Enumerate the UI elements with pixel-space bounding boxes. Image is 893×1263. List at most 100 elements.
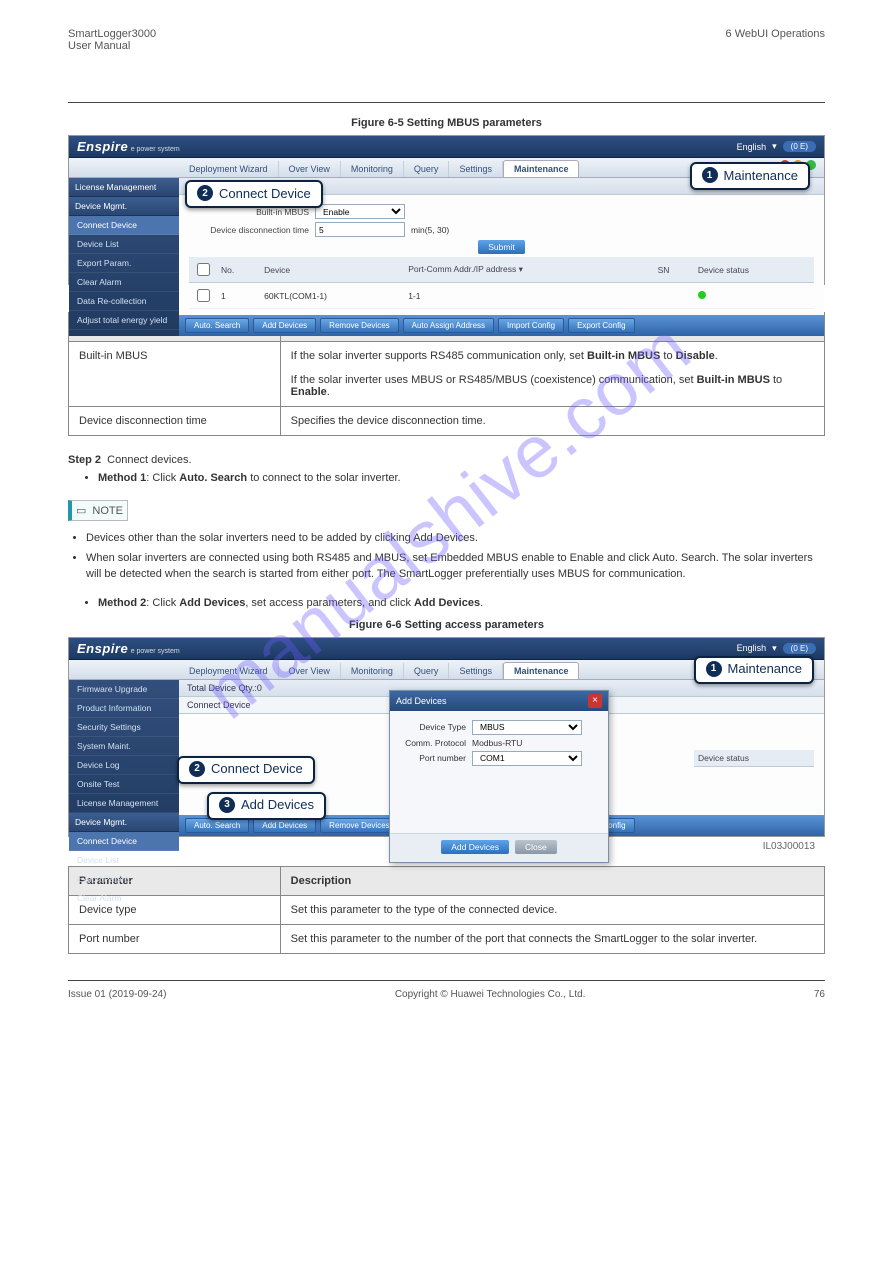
btn-add-devices[interactable]: Add Devices xyxy=(253,318,316,333)
sidebar-item-device-list[interactable]: Device List xyxy=(69,851,179,870)
sidebar-item-product-info[interactable]: Product Information xyxy=(69,699,179,718)
sidebar: License Management Device Mgmt. Connect … xyxy=(69,178,179,336)
btn-add-devices[interactable]: Add Devices xyxy=(253,818,316,833)
col-device: Device xyxy=(260,257,404,283)
toolbar: Auto. Search Add Devices Remove Devices … xyxy=(179,315,824,336)
tab-overview[interactable]: Over View xyxy=(279,161,341,177)
row-checkbox[interactable] xyxy=(197,289,210,302)
th-desc: Description xyxy=(280,866,824,895)
input-disconnect-time[interactable] xyxy=(315,222,405,237)
select-builtin-mbus[interactable]: Enable xyxy=(315,204,405,219)
figure1-screenshot: Enspire e power system English ▾ (0 E) D… xyxy=(68,135,825,285)
value-comm-protocol: Modbus-RTU xyxy=(472,738,522,748)
cell-desc-devtype: Set this parameter to the type of the co… xyxy=(280,895,824,924)
figure2-screenshot: Enspire e power system English ▾ (0 E) D… xyxy=(68,637,825,837)
note-list: Devices other than the solar inverters n… xyxy=(86,531,825,583)
tab-maintenance[interactable]: Maintenance xyxy=(503,662,580,679)
select-port-number[interactable]: COM1 xyxy=(472,751,582,766)
add-devices-dialog: Add Devices × Device TypeMBUS Comm. Prot… xyxy=(389,690,609,863)
sidebar-item-export-param[interactable]: Export Param. xyxy=(69,254,179,273)
col-sn: SN xyxy=(654,257,694,283)
sidebar-header-device-mgmt[interactable]: Device Mgmt. xyxy=(69,197,179,216)
sidebar-item-connect-device[interactable]: Connect Device xyxy=(69,216,179,235)
label-builtin-mbus: Built-in MBUS xyxy=(189,207,309,217)
sidebar: Firmware Upgrade Product Information Sec… xyxy=(69,680,179,836)
btn-auto-assign[interactable]: Auto Assign Address xyxy=(403,318,494,333)
sidebar-header-device-mgmt[interactable]: Device Mgmt. xyxy=(69,813,179,832)
footer-right: 76 xyxy=(814,989,825,1000)
header-left: SmartLogger3000 xyxy=(68,28,156,40)
select-device-type[interactable]: MBUS xyxy=(472,720,582,735)
language-label[interactable]: English xyxy=(737,142,767,152)
tab-monitoring[interactable]: Monitoring xyxy=(341,663,404,679)
sidebar-item-system-maint[interactable]: System Maint. xyxy=(69,737,179,756)
callout-add-devices: 3Add Devices xyxy=(207,792,326,820)
param-table-2: Parameter Description Device type Set th… xyxy=(68,866,825,954)
tab-query[interactable]: Query xyxy=(404,161,450,177)
cell-param-disc: Device disconnection time xyxy=(69,407,281,436)
btn-remove-devices[interactable]: Remove Devices xyxy=(320,818,398,833)
sidebar-item-onsite-test[interactable]: Onsite Test xyxy=(69,775,179,794)
btn-auto-search[interactable]: Auto. Search xyxy=(185,318,249,333)
cell-status xyxy=(694,283,814,309)
callout-maintenance: 1Maintenance xyxy=(694,656,814,684)
cell-desc-portnum: Set this parameter to the number of the … xyxy=(280,924,824,953)
chevron-down-icon: ▾ xyxy=(772,643,777,654)
tab-settings[interactable]: Settings xyxy=(449,663,503,679)
dialog-add-button[interactable]: Add Devices xyxy=(441,840,509,854)
sidebar-item-device-log[interactable]: Device Log xyxy=(69,756,179,775)
btn-auto-search[interactable]: Auto. Search xyxy=(185,818,249,833)
chevron-down-icon: ▾ xyxy=(772,141,777,152)
cell-device: 60KTL(COM1-1) xyxy=(260,283,404,309)
checkbox-all[interactable] xyxy=(197,263,210,276)
sidebar-item-security[interactable]: Security Settings xyxy=(69,718,179,737)
sidebar-item-adjust-energy[interactable]: Adjust total energy yield xyxy=(69,311,179,330)
language-label[interactable]: English xyxy=(737,643,767,653)
submit-button[interactable]: Submit xyxy=(478,240,524,254)
btn-import-config[interactable]: Import Config xyxy=(498,318,564,333)
sidebar-item-clear-alarm[interactable]: Clear Alarm xyxy=(69,273,179,292)
cell-param-portnum: Port number xyxy=(69,924,281,953)
tab-monitoring[interactable]: Monitoring xyxy=(341,161,404,177)
lang-pill[interactable]: (0 E) xyxy=(783,643,816,654)
sidebar-item-firmware[interactable]: Firmware Upgrade xyxy=(69,680,179,699)
step2-heading: Step 2 xyxy=(68,454,101,466)
sidebar-header-license[interactable]: License Management xyxy=(69,178,179,197)
sidebar-item-clear-alarm[interactable]: Clear Alarm xyxy=(69,889,179,908)
step2-lead: Connect devices. xyxy=(107,454,191,466)
note-item-1: Devices other than the solar inverters n… xyxy=(86,531,825,547)
callout-connect-device: 2Connect Device xyxy=(177,756,315,784)
btn-export-config[interactable]: Export Config xyxy=(568,318,634,333)
dialog-close-button[interactable]: Close xyxy=(515,840,557,854)
lang-pill[interactable]: (0 E) xyxy=(783,141,816,152)
sidebar-item-device-list[interactable]: Device List xyxy=(69,235,179,254)
cell-no: 1 xyxy=(217,283,260,309)
page-header: SmartLogger3000 User Manual 6 WebUI Oper… xyxy=(68,28,825,52)
sidebar-item-license-mgmt[interactable]: License Management xyxy=(69,794,179,813)
sidebar-item-export-param[interactable]: Export Param. xyxy=(69,870,179,889)
cell-desc-mbus: If the solar inverter supports RS485 com… xyxy=(280,342,824,407)
tab-query[interactable]: Query xyxy=(404,663,450,679)
btn-remove-devices[interactable]: Remove Devices xyxy=(320,318,398,333)
status-dot-icon xyxy=(698,291,706,299)
label-port-number: Port number xyxy=(398,753,472,763)
col-port[interactable]: Port-Comm Addr./IP address ▾ xyxy=(404,257,653,283)
note-item-2: When solar inverters are connected using… xyxy=(86,551,825,583)
tab-overview[interactable]: Over View xyxy=(279,663,341,679)
header-right: 6 WebUI Operations xyxy=(726,28,825,52)
tab-deployment-wizard[interactable]: Deployment Wizard xyxy=(179,663,279,679)
table-row[interactable]: 1 60KTL(COM1-1) 1-1 xyxy=(189,283,814,309)
tab-settings[interactable]: Settings xyxy=(449,161,503,177)
col-no: No. xyxy=(217,257,260,283)
header-rule xyxy=(68,102,825,103)
footer-center: Copyright © Huawei Technologies Co., Ltd… xyxy=(395,989,586,1000)
brand-logo: Enspire e power system xyxy=(77,641,180,656)
sidebar-item-data-recollection[interactable]: Data Re-collection xyxy=(69,292,179,311)
close-icon[interactable]: × xyxy=(588,694,602,708)
unit-disconnect-time: min(5, 30) xyxy=(411,225,449,235)
footer-left: Issue 01 (2019-09-24) xyxy=(68,989,166,1000)
step2-method1: Method 1: Click Auto. Search to connect … xyxy=(98,472,825,484)
sidebar-item-connect-device[interactable]: Connect Device xyxy=(69,832,179,851)
tab-maintenance[interactable]: Maintenance xyxy=(503,160,580,177)
tab-deployment-wizard[interactable]: Deployment Wizard xyxy=(179,161,279,177)
